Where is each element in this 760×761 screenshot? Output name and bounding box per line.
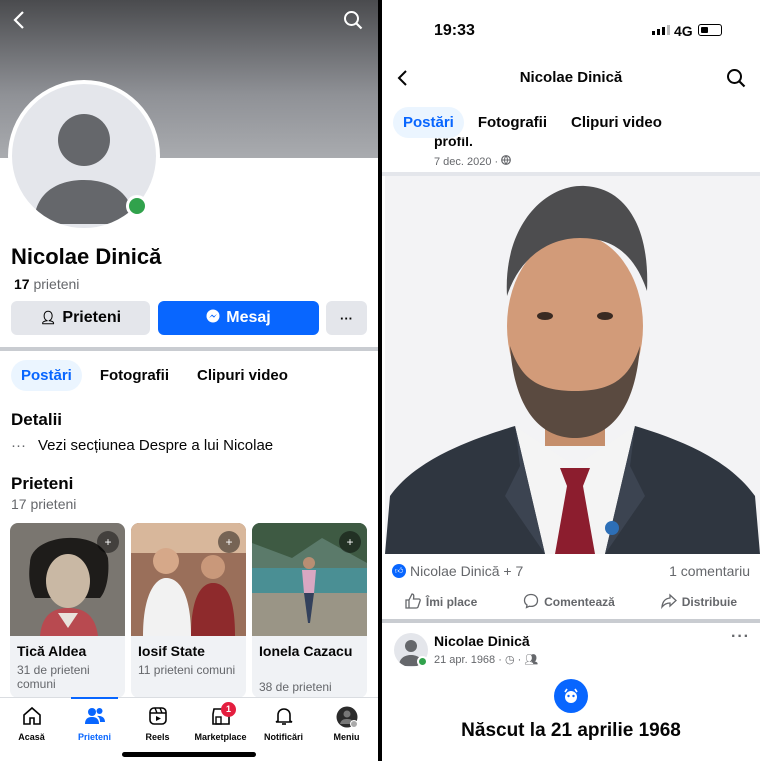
friend-name: Iosif State (138, 643, 205, 659)
avatar-icon (336, 706, 358, 728)
post-options-icon[interactable]: ··· (731, 628, 750, 646)
thumbs-up-icon (405, 592, 421, 612)
bell-icon (274, 706, 294, 728)
profile-tabs: Postări Fotografii Clipuri video (11, 360, 298, 391)
signal-icon (652, 25, 670, 35)
friends-icon (84, 706, 106, 728)
clock-icon: ◷ (504, 654, 515, 666)
friend-mutual: 38 de prieteni (259, 680, 332, 694)
friends-button[interactable]: 👤︎ Prieteni (11, 301, 150, 335)
tab-photos[interactable]: Fotografii (90, 360, 179, 391)
profile-name: Nicolae Dinică (11, 244, 162, 269)
comment-button[interactable]: Comentează (523, 590, 615, 614)
post-date: 21 apr. 1968 · ◷ · 👥︎ (434, 654, 539, 666)
online-indicator (126, 195, 148, 217)
home-icon (22, 706, 42, 728)
tab-videos[interactable]: Clipuri video (561, 107, 672, 138)
nav-home[interactable]: Acasă (0, 698, 63, 761)
post-actions: Îmi place Comentează Distribuie (382, 590, 760, 614)
search-icon[interactable] (343, 10, 363, 34)
add-friend-icon[interactable]: + (97, 531, 119, 553)
friends-subcount: 17 prieteni (11, 496, 77, 512)
search-icon[interactable] (726, 68, 746, 93)
nav-friends[interactable]: Prieteni (63, 697, 126, 761)
details-title: Detalii (11, 410, 63, 429)
friend-card[interactable]: + Tică Aldea 31 de prieteni comuni (10, 523, 125, 698)
section-divider (0, 347, 378, 351)
home-indicator (122, 752, 256, 757)
online-indicator (417, 656, 428, 667)
friend-mutual: 31 de prieteni comuni (17, 663, 90, 691)
tab-photos[interactable]: Fotografii (468, 107, 557, 138)
more-options-button[interactable]: ··· (326, 301, 367, 335)
status-time: 19:33 (434, 22, 475, 39)
tab-posts[interactable]: Postări (393, 107, 464, 138)
like-button[interactable]: Îmi place (405, 590, 477, 614)
tab-videos[interactable]: Clipuri video (187, 360, 298, 391)
more-dots-icon: ··· (11, 437, 26, 454)
comment-icon (523, 593, 539, 612)
nav-menu[interactable]: Meniu (315, 698, 378, 761)
post-date: 7 dec. 2020 · (434, 155, 512, 168)
friends-audience-icon: 👥︎ (524, 654, 539, 666)
friend-card[interactable]: + Iosif State 11 prieteni comuni (131, 523, 246, 698)
nav-notifications[interactable]: Notificări (252, 698, 315, 761)
posts-tabs: Postări Fotografii Clipuri video (393, 107, 672, 138)
life-event-icon (554, 679, 588, 713)
tab-posts[interactable]: Postări (11, 360, 82, 391)
network-label: 4G (674, 23, 693, 39)
messenger-icon (206, 309, 220, 328)
battery-icon (698, 24, 722, 36)
friends-title: Prieteni (11, 474, 74, 493)
post-photo[interactable] (385, 176, 760, 554)
back-icon[interactable] (12, 10, 26, 34)
add-friend-icon[interactable]: + (339, 531, 361, 553)
friend-name: Tică Aldea (17, 643, 87, 659)
reels-icon (148, 706, 168, 728)
add-friend-icon[interactable]: + (218, 531, 240, 553)
friends-count[interactable]: 17 prieteni (14, 276, 79, 292)
life-event-title: Născut la 21 aprilie 1968 (461, 720, 681, 741)
friend-mutual: 11 prieteni comuni (138, 663, 236, 677)
reaction-summary[interactable]: 👍︎ Nicolae Dinică + 7 (392, 563, 523, 579)
like-reaction-icon: 👍︎ (392, 564, 406, 578)
posts-screen: 19:33 4G Nicolae Dinică Postări Fotograf… (382, 0, 760, 761)
marketplace-badge: 1 (221, 702, 236, 717)
profile-screen: Nicolae Dinică 17 prieteni 👤︎ Prieteni M… (0, 0, 378, 761)
friend-name: Ionela Cazacu (259, 643, 353, 659)
globe-icon (501, 155, 512, 168)
page-title: Nicolae Dinică (519, 69, 623, 86)
message-button[interactable]: Mesaj (158, 301, 319, 335)
post-separator (382, 619, 760, 623)
share-button[interactable]: Distribuie (660, 590, 737, 614)
about-link[interactable]: ··· Vezi secțiunea Despre a lui Nicolae (11, 437, 273, 454)
friend-card[interactable]: + Ionela Cazacu 38 de prieteni (252, 523, 367, 698)
share-icon (660, 593, 677, 612)
status-bar: 19:33 4G (382, 0, 760, 60)
comment-count[interactable]: 1 comentariu (669, 563, 750, 579)
friend-check-icon: 👤︎ (39, 310, 57, 325)
post-text-snippet: profil. (434, 137, 473, 149)
post-author[interactable]: Nicolae Dinică (434, 633, 530, 649)
